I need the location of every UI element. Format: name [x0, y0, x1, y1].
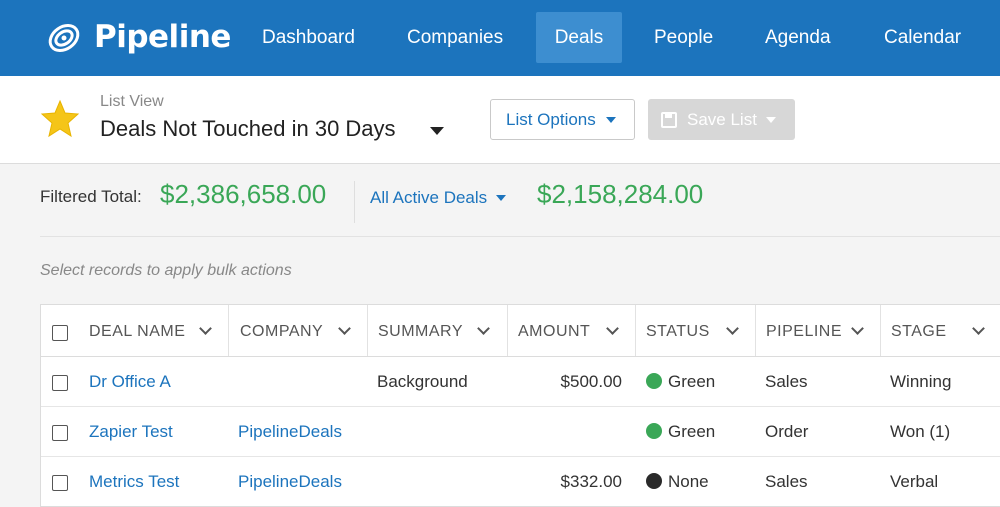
deals-table: DEAL NAME COMPANY SUMMARY AMOUNT STATUS … — [40, 304, 1000, 507]
bulk-actions-hint: Select records to apply bulk actions — [40, 262, 292, 279]
deal-scope-label: All Active Deals — [370, 188, 488, 207]
column-label: SUMMARY — [378, 323, 463, 340]
chevron-down-icon[interactable] — [606, 322, 619, 335]
table-row[interactable]: Metrics Test PipelineDeals $332.00 None … — [41, 457, 1000, 506]
status-dot-icon — [646, 373, 662, 389]
nav-companies[interactable]: Companies — [389, 12, 521, 63]
column-header-status[interactable]: STATUS — [636, 305, 756, 356]
chevron-down-icon[interactable] — [726, 322, 739, 335]
top-nav-bar: Pipeline Dashboard Companies Deals Peopl… — [0, 0, 1000, 76]
save-list-label: Save List — [687, 109, 757, 129]
pipeline-cell: Order — [765, 422, 809, 441]
caret-down-icon[interactable] — [430, 127, 444, 135]
column-header-amount[interactable]: AMOUNT — [508, 305, 636, 356]
row-checkbox[interactable] — [52, 375, 68, 391]
chevron-down-icon[interactable] — [338, 322, 351, 335]
nav-deals[interactable]: Deals — [536, 12, 622, 63]
nav-calendar[interactable]: Calendar — [866, 12, 979, 63]
deal-name-link[interactable]: Dr Office A — [89, 372, 171, 392]
app-name: Pipeline — [94, 19, 231, 55]
save-icon — [661, 111, 677, 128]
column-label: STATUS — [646, 323, 710, 340]
status-label: Green — [668, 372, 716, 391]
status-label: Green — [668, 422, 716, 441]
status-cell: Green — [646, 372, 715, 392]
column-label: STAGE — [891, 323, 947, 340]
row-checkbox[interactable] — [52, 475, 68, 491]
column-header-deal-name[interactable]: DEAL NAME — [41, 305, 229, 356]
status-dot-icon — [646, 423, 662, 439]
pipeline-cell: Sales — [765, 472, 808, 491]
filtered-total-value: $2,386,658.00 — [160, 179, 327, 209]
column-label: COMPANY — [240, 323, 324, 340]
list-view-header: List View Deals Not Touched in 30 Days L… — [0, 76, 1000, 164]
list-options-label: List Options — [506, 109, 596, 129]
caret-down-icon — [496, 195, 507, 201]
table-row[interactable]: Dr Office A Background $500.00 Green Sal… — [41, 357, 1000, 407]
star-icon[interactable] — [40, 99, 80, 139]
amount-cell: $500.00 — [560, 372, 622, 391]
status-cell: None — [646, 472, 709, 492]
stage-cell: Won (1) — [890, 422, 951, 441]
select-all-checkbox[interactable] — [52, 325, 68, 341]
caret-down-icon — [605, 116, 616, 123]
save-list-button[interactable]: Save List — [648, 99, 795, 140]
pipeline-cell: Sales — [765, 372, 808, 391]
app-logo[interactable]: Pipeline — [44, 14, 231, 60]
filtered-total-label: Filtered Total: — [40, 187, 142, 206]
list-view-title[interactable]: Deals Not Touched in 30 Days — [100, 116, 396, 142]
summary-cell: Background — [377, 372, 468, 391]
nav-dashboard[interactable]: Dashboard — [244, 12, 373, 63]
column-label: PIPELINE — [766, 323, 843, 340]
divider — [354, 181, 355, 223]
active-deals-total-value: $2,158,284.00 — [537, 179, 704, 209]
list-view-label: List View — [100, 93, 164, 110]
column-label: AMOUNT — [518, 323, 591, 340]
table-header: DEAL NAME COMPANY SUMMARY AMOUNT STATUS … — [41, 305, 1000, 357]
divider — [40, 236, 1000, 237]
totals-bar: Filtered Total: $2,386,658.00 All Active… — [0, 165, 1000, 237]
row-checkbox[interactable] — [52, 425, 68, 441]
column-label: DEAL NAME — [89, 323, 186, 340]
pipeline-logo-icon — [48, 24, 80, 52]
chevron-down-icon[interactable] — [972, 322, 985, 335]
nav-people[interactable]: People — [636, 12, 731, 63]
amount-cell: $332.00 — [560, 472, 622, 491]
company-link[interactable]: PipelineDeals — [238, 422, 342, 442]
stage-cell: Winning — [890, 372, 952, 391]
status-dot-icon — [646, 473, 662, 489]
deal-name-link[interactable]: Metrics Test — [89, 472, 179, 492]
deal-scope-dropdown[interactable]: All Active Deals — [370, 188, 507, 208]
deal-name-link[interactable]: Zapier Test — [89, 422, 173, 442]
status-label: None — [668, 472, 709, 491]
stage-cell: Verbal — [890, 472, 939, 491]
chevron-down-icon[interactable] — [851, 322, 864, 335]
column-header-stage[interactable]: STAGE — [881, 305, 1000, 356]
nav-agenda[interactable]: Agenda — [747, 12, 849, 63]
chevron-down-icon[interactable] — [199, 322, 212, 335]
list-options-button[interactable]: List Options — [490, 99, 635, 140]
chevron-down-icon[interactable] — [477, 322, 490, 335]
caret-down-icon — [765, 116, 776, 123]
column-header-summary[interactable]: SUMMARY — [368, 305, 508, 356]
table-row[interactable]: Zapier Test PipelineDeals Green Order Wo… — [41, 407, 1000, 457]
status-cell: Green — [646, 422, 715, 442]
column-header-company[interactable]: COMPANY — [229, 305, 368, 356]
column-header-pipeline[interactable]: PIPELINE — [756, 305, 881, 356]
company-link[interactable]: PipelineDeals — [238, 472, 342, 492]
